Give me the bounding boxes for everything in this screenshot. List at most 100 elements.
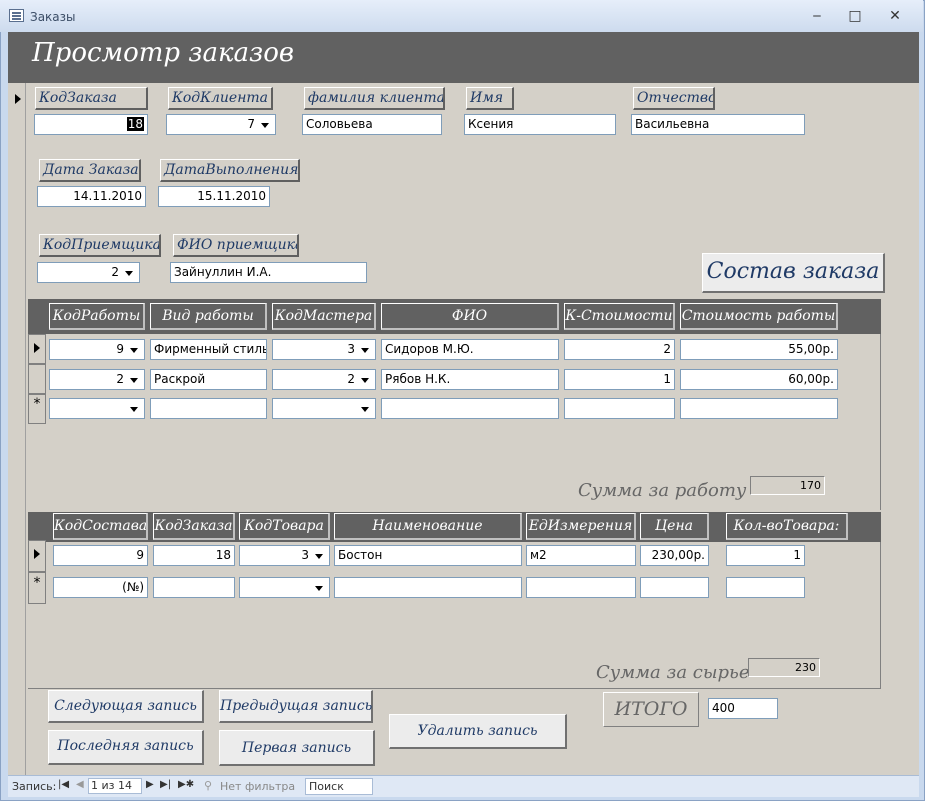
- next-record-button[interactable]: Следующая запись: [48, 690, 204, 723]
- works-row2-master-id[interactable]: 2: [272, 369, 376, 390]
- materials-col-order-id: КодЗаказа: [153, 513, 235, 540]
- search-input[interactable]: Поиск: [305, 778, 373, 795]
- label-surname: фамилия клиента: [304, 87, 445, 110]
- works-new-master-id[interactable]: [272, 398, 376, 419]
- materials-new-name[interactable]: [334, 577, 522, 598]
- works-new-row-selector[interactable]: *: [28, 394, 46, 424]
- works-row-selector[interactable]: [28, 364, 46, 394]
- order-date-field[interactable]: 14.11.2010: [37, 186, 146, 207]
- works-new-fio[interactable]: [381, 398, 559, 419]
- works-row1-work-id[interactable]: 9: [49, 339, 145, 360]
- works-col-master-id: КодМастера: [272, 303, 376, 330]
- works-row2-kind[interactable]: Раскрой: [150, 369, 267, 390]
- materials-new-order-id[interactable]: [153, 577, 235, 598]
- name-field[interactable]: Ксения: [464, 114, 616, 135]
- form-title: Просмотр заказов: [32, 38, 294, 68]
- title-bar: Заказы ‒ □ ✕: [0, 0, 923, 32]
- works-col-work-id: КодРаботы: [49, 303, 145, 330]
- next-record-nav-icon[interactable]: ▶: [146, 779, 154, 790]
- works-new-work-id[interactable]: [49, 398, 145, 419]
- materials-row-selector-current[interactable]: [28, 540, 46, 572]
- previous-record-nav-icon[interactable]: ◀: [76, 779, 84, 790]
- materials-row1-qty[interactable]: 1: [726, 545, 805, 566]
- materials-sum-value: 230: [748, 658, 820, 677]
- materials-sum-label: Сумма за сырье: [596, 662, 750, 683]
- works-row1-master-id[interactable]: 3: [272, 339, 376, 360]
- total-label: ИТОГО: [603, 692, 699, 727]
- works-col-kind: Вид работы: [150, 303, 267, 330]
- first-record-nav-icon[interactable]: |◀: [58, 779, 69, 790]
- label-order-date: Дата Заказа: [39, 159, 141, 182]
- works-new-k[interactable]: [564, 398, 675, 419]
- works-col-cost: Стоимость работы: [680, 303, 838, 330]
- record-navigation-bar: Запись: |◀ ◀ 1 из 14 ▶ ▶| ▶✱ ⚲ Нет фильт…: [8, 775, 919, 797]
- label-receiver-id: КодПриемщика: [39, 234, 161, 257]
- close-button[interactable]: ✕: [880, 6, 910, 26]
- form-icon: [9, 9, 24, 22]
- materials-new-qty[interactable]: [726, 577, 805, 598]
- works-row2-cost[interactable]: 60,00р.: [680, 369, 838, 390]
- first-record-button[interactable]: Первая запись: [219, 730, 375, 766]
- materials-col-name: Наименование: [334, 513, 522, 540]
- no-filter-indicator[interactable]: Нет фильтра: [220, 780, 295, 793]
- label-client-id: КодКлиента: [168, 87, 273, 110]
- materials-col-item-id: КодТовара: [239, 513, 330, 540]
- works-row1-fio[interactable]: Сидоров М.Ю.: [381, 339, 559, 360]
- works-sum-label: Сумма за работу: [578, 480, 747, 501]
- materials-row1-comp-id[interactable]: 9: [53, 545, 148, 566]
- materials-row1-price[interactable]: 230,00р.: [640, 545, 709, 566]
- works-col-fio: ФИО: [381, 303, 559, 330]
- record-selector[interactable]: [8, 83, 26, 775]
- patronymic-field[interactable]: Васильевна: [631, 114, 805, 135]
- delete-record-button[interactable]: Удалить запись: [389, 714, 567, 749]
- works-row2-fio[interactable]: Рябов Н.К.: [381, 369, 559, 390]
- label-order-id: КодЗаказа: [35, 87, 148, 110]
- record-position-field[interactable]: 1 из 14: [88, 778, 142, 794]
- last-record-nav-icon[interactable]: ▶|: [160, 779, 171, 790]
- works-row1-cost[interactable]: 55,00р.: [680, 339, 838, 360]
- label-done-date: ДатаВыполнения: [160, 159, 300, 182]
- done-date-field[interactable]: 15.11.2010: [158, 186, 270, 207]
- works-new-cost[interactable]: [680, 398, 838, 419]
- materials-col-price: Цена: [640, 513, 709, 540]
- client-id-combo[interactable]: 7: [166, 114, 276, 135]
- works-new-kind[interactable]: [150, 398, 267, 419]
- window-title: Заказы: [30, 10, 76, 24]
- surname-field[interactable]: Соловьева: [302, 114, 442, 135]
- works-row2-k[interactable]: 1: [564, 369, 675, 390]
- total-field[interactable]: 400: [708, 698, 778, 719]
- works-row1-kind[interactable]: Фирменный стиль: [150, 339, 267, 360]
- maximize-button[interactable]: □: [840, 6, 870, 26]
- receiver-id-combo[interactable]: 2: [37, 262, 140, 283]
- materials-new-unit[interactable]: [526, 577, 636, 598]
- materials-row1-item-id[interactable]: 3: [239, 545, 330, 566]
- record-label: Запись:: [12, 780, 57, 793]
- works-sum-value: 170: [750, 476, 825, 495]
- label-name: Имя: [466, 87, 514, 110]
- last-record-button[interactable]: Последняя запись: [48, 730, 204, 765]
- works-row1-k[interactable]: 2: [564, 339, 675, 360]
- materials-row1-order-id[interactable]: 18: [153, 545, 235, 566]
- filter-icon: ⚲: [204, 779, 213, 792]
- materials-col-unit: ЕдИзмерения: [526, 513, 636, 540]
- works-row2-work-id[interactable]: 2: [49, 369, 145, 390]
- materials-col-comp-id: КодСостава: [53, 513, 148, 540]
- label-patronymic: Отчество: [633, 87, 715, 110]
- materials-col-qty: Кол-воТовара:: [726, 513, 848, 540]
- materials-new-row-selector[interactable]: *: [28, 572, 46, 604]
- minimize-button[interactable]: ‒: [802, 6, 832, 26]
- works-col-k: К-Стоимости: [564, 303, 675, 330]
- materials-new-item-id[interactable]: [239, 577, 330, 598]
- materials-new-comp-id[interactable]: (№): [53, 577, 148, 598]
- materials-new-price[interactable]: [640, 577, 709, 598]
- label-receiver-name: ФИО приемщика: [173, 234, 299, 257]
- current-record-arrow-icon: [10, 86, 24, 106]
- receiver-name-field[interactable]: Зайнуллин И.А.: [170, 262, 367, 283]
- order-composition-button[interactable]: Состав заказа: [702, 253, 885, 293]
- order-id-field[interactable]: 18: [34, 114, 148, 135]
- new-record-nav-icon[interactable]: ▶✱: [178, 779, 194, 790]
- materials-row1-unit[interactable]: м2: [526, 545, 636, 566]
- materials-row1-name[interactable]: Бостон: [334, 545, 522, 566]
- previous-record-button[interactable]: Предыдущая запись: [219, 690, 373, 723]
- works-row-selector-current[interactable]: [28, 334, 46, 364]
